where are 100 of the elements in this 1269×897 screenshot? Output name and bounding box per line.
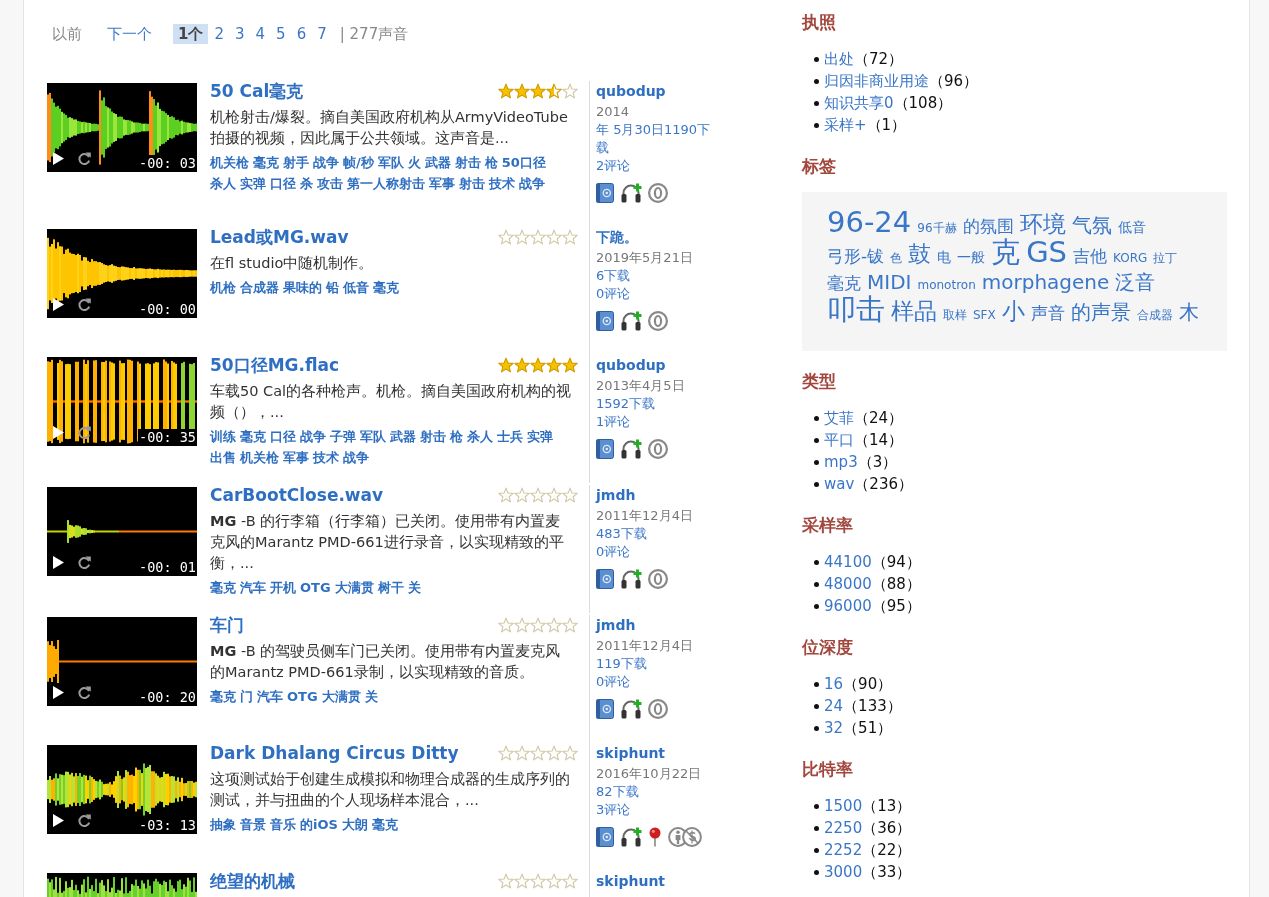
replay-icon[interactable] bbox=[78, 426, 91, 439]
tag-link[interactable]: 攻击 bbox=[317, 176, 343, 191]
tag-link[interactable]: 实弹 bbox=[240, 176, 266, 191]
star-icon[interactable] bbox=[562, 83, 578, 99]
tag-link[interactable]: 毫克 bbox=[210, 689, 236, 704]
star-icon[interactable] bbox=[546, 617, 562, 633]
star-icon[interactable] bbox=[546, 745, 562, 761]
book-icon[interactable] bbox=[596, 311, 614, 331]
tag-link[interactable]: 泛音 bbox=[1115, 270, 1156, 294]
filter-link[interactable]: 32 bbox=[824, 719, 844, 737]
star-rating[interactable] bbox=[498, 357, 578, 373]
headphones-plus-icon[interactable] bbox=[620, 699, 642, 719]
star-icon[interactable] bbox=[530, 357, 546, 373]
filter-link[interactable]: 采样+ bbox=[824, 115, 867, 135]
comments-link[interactable]: 0评论 bbox=[596, 543, 716, 561]
star-icon[interactable] bbox=[498, 487, 514, 503]
star-icon[interactable] bbox=[530, 617, 546, 633]
tag-link[interactable]: 一般 bbox=[957, 249, 986, 265]
sound-title-link[interactable]: 绝望的机械 bbox=[210, 871, 295, 891]
tag-link[interactable]: 合成器 bbox=[1136, 308, 1173, 322]
replay-icon[interactable] bbox=[78, 556, 91, 569]
sound-title-link[interactable]: Lead或MG.wav bbox=[210, 227, 349, 247]
book-icon[interactable] bbox=[596, 699, 614, 719]
tag-link[interactable]: 合成器 bbox=[240, 280, 279, 295]
tag-link[interactable]: 战争 bbox=[300, 429, 326, 444]
sound-title-link[interactable]: 车门 bbox=[210, 615, 244, 635]
tag-link[interactable]: 射击 bbox=[454, 155, 481, 170]
star-rating[interactable] bbox=[498, 229, 578, 245]
headphones-plus-icon[interactable] bbox=[620, 311, 642, 331]
tag-link[interactable]: 的iOS bbox=[300, 817, 338, 832]
username-link[interactable]: qubodup bbox=[596, 81, 716, 101]
tag-link[interactable]: 果味的 bbox=[283, 280, 322, 295]
downloads-link[interactable]: 82下载 bbox=[596, 783, 716, 801]
page-link[interactable]: 1个 bbox=[173, 24, 209, 44]
tag-link[interactable]: 声音 bbox=[1030, 303, 1065, 323]
tag-link[interactable]: 音乐 bbox=[270, 817, 296, 832]
zero-circle-icon[interactable] bbox=[648, 311, 668, 331]
downloads-link[interactable]: 1592下载 bbox=[596, 395, 716, 413]
page-link[interactable]: 7 bbox=[312, 24, 332, 44]
play-icon[interactable] bbox=[53, 556, 64, 569]
username-link[interactable]: skiphunt bbox=[596, 871, 716, 891]
book-icon[interactable] bbox=[596, 439, 614, 459]
downloads-link[interactable]: 119下载 bbox=[596, 655, 716, 673]
tag-link[interactable]: GS bbox=[1026, 235, 1068, 269]
filter-link[interactable]: 16 bbox=[824, 675, 844, 693]
tag-link[interactable]: 电 bbox=[937, 249, 952, 265]
star-rating[interactable] bbox=[498, 617, 578, 633]
play-icon[interactable] bbox=[53, 298, 64, 311]
star-rating[interactable] bbox=[498, 487, 578, 503]
filter-link[interactable]: 1500 bbox=[824, 797, 863, 815]
star-icon[interactable] bbox=[530, 83, 546, 99]
star-icon[interactable] bbox=[546, 873, 562, 889]
username-link[interactable]: qubodup bbox=[596, 355, 716, 375]
tag-link[interactable]: 毫克 bbox=[210, 580, 236, 595]
tag-link[interactable]: 汽车 bbox=[240, 580, 266, 595]
tag-link[interactable]: 杀 bbox=[300, 176, 313, 191]
downloads-link[interactable]: 6下载 bbox=[596, 267, 716, 285]
tag-link[interactable]: 出售 bbox=[210, 450, 236, 465]
filter-link[interactable]: 平口 bbox=[824, 430, 854, 450]
tag-link[interactable]: 武器 bbox=[390, 429, 416, 444]
username-link[interactable]: jmdh bbox=[596, 485, 716, 505]
star-rating[interactable] bbox=[498, 745, 578, 761]
username-link[interactable]: 下跪。 bbox=[596, 227, 716, 247]
book-icon[interactable] bbox=[596, 827, 614, 847]
play-icon[interactable] bbox=[53, 814, 64, 827]
tag-link[interactable]: 杀人 bbox=[467, 429, 493, 444]
tag-link[interactable]: 低音 bbox=[1117, 219, 1146, 235]
filter-link[interactable]: 44100 bbox=[824, 553, 872, 571]
tag-link[interactable]: MIDI bbox=[867, 270, 912, 294]
tag-link[interactable]: 火 bbox=[407, 155, 421, 170]
waveform-drawing[interactable] bbox=[47, 745, 197, 834]
star-icon[interactable] bbox=[562, 229, 578, 245]
star-icon[interactable] bbox=[562, 487, 578, 503]
page-link[interactable]: 3 bbox=[230, 24, 250, 44]
tag-link[interactable]: 射击 bbox=[420, 429, 446, 444]
play-icon[interactable] bbox=[53, 152, 64, 165]
replay-icon[interactable] bbox=[78, 298, 91, 311]
tag-link[interactable]: 开机 bbox=[270, 580, 296, 595]
headphones-plus-icon[interactable] bbox=[620, 827, 642, 847]
star-icon[interactable] bbox=[498, 357, 514, 373]
tag-link[interactable]: 军队 bbox=[360, 429, 386, 444]
book-icon[interactable] bbox=[596, 183, 614, 203]
tag-link[interactable]: 弓形-钹 bbox=[827, 246, 885, 266]
replay-icon[interactable] bbox=[78, 152, 91, 165]
tag-link[interactable]: SFX bbox=[973, 308, 996, 322]
tag-link[interactable]: 军事 bbox=[429, 176, 455, 191]
tag-link[interactable]: 音景 bbox=[240, 817, 266, 832]
tag-link[interactable]: 技术 bbox=[313, 450, 339, 465]
star-icon[interactable] bbox=[498, 745, 514, 761]
tag-link[interactable]: morphagene bbox=[981, 270, 1110, 294]
tag-link[interactable]: KORG bbox=[1113, 251, 1148, 265]
tag-link[interactable]: 大朗 bbox=[341, 817, 368, 832]
tag-link[interactable]: 战争 bbox=[519, 176, 545, 191]
star-icon[interactable] bbox=[514, 487, 530, 503]
tag-link[interactable]: 关 bbox=[364, 689, 378, 704]
tag-link[interactable]: 环境 bbox=[1019, 211, 1066, 237]
page-link[interactable]: 5 bbox=[271, 24, 291, 44]
filter-link[interactable]: 知识共享0 bbox=[824, 93, 894, 113]
page-link[interactable]: 4 bbox=[250, 24, 271, 44]
tag-link[interactable]: 枪 bbox=[484, 155, 498, 170]
